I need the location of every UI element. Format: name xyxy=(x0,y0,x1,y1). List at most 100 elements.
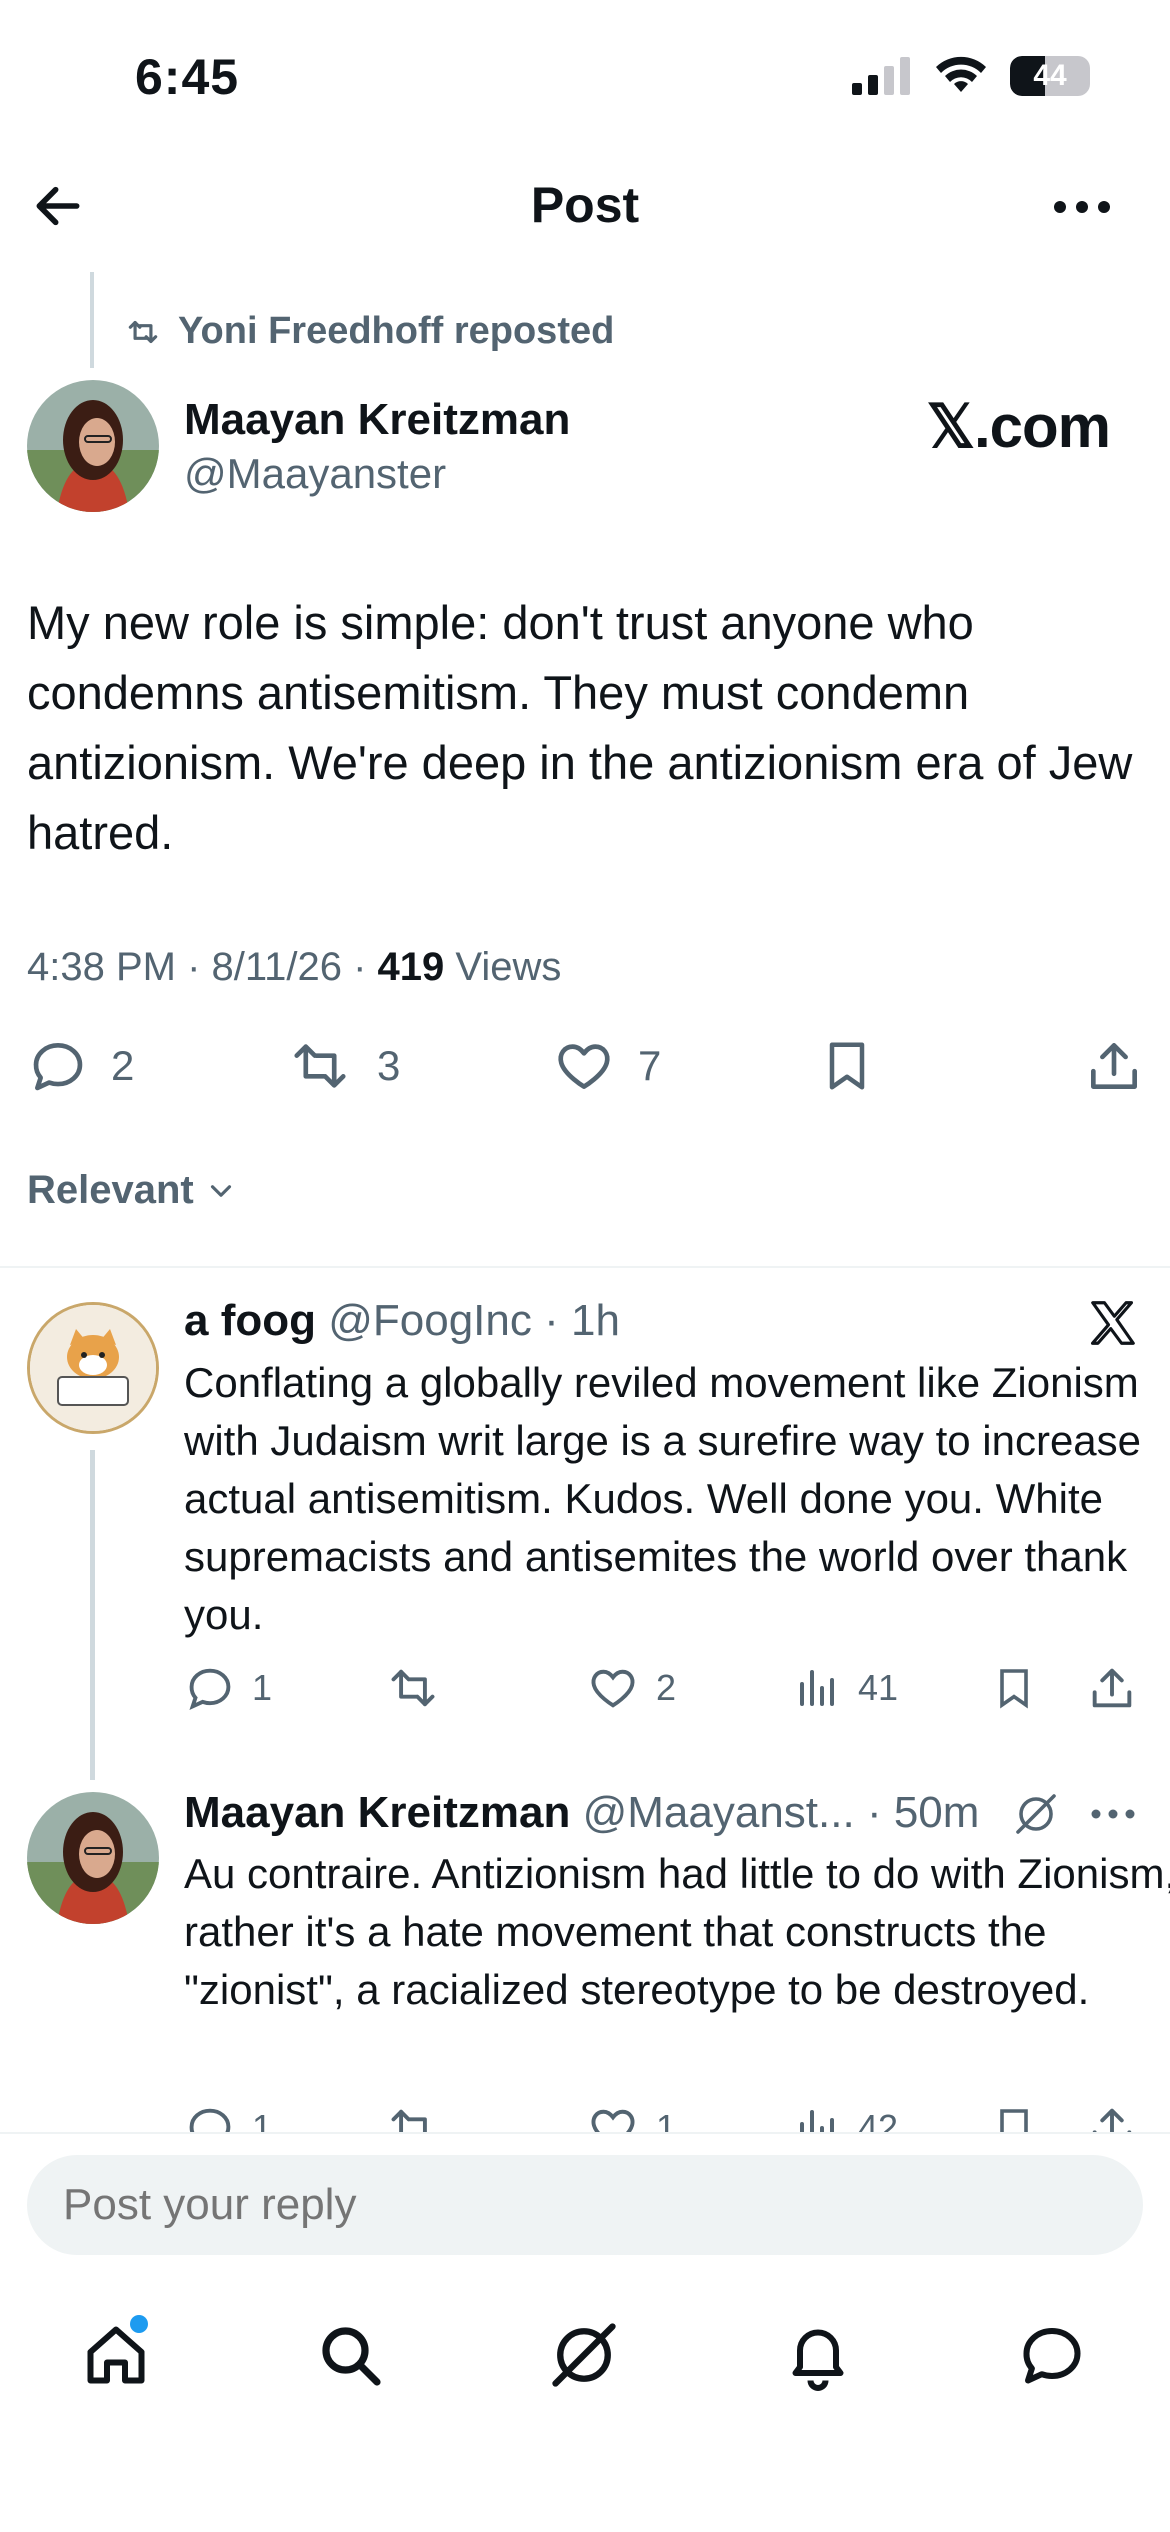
grok-icon xyxy=(552,2323,616,2387)
reply-count: 1 xyxy=(252,1667,273,1708)
grok-icon xyxy=(1016,1794,1056,1834)
reply-actions: 1 1 42 xyxy=(184,2102,1144,2132)
chevron-down-icon xyxy=(210,1184,231,1197)
like-button[interactable]: 2 xyxy=(586,1662,676,1714)
like-icon xyxy=(591,2109,635,2132)
signal-icon xyxy=(852,57,910,95)
battery-level: 44 xyxy=(1033,59,1067,92)
like-button[interactable]: 7 xyxy=(552,1035,661,1097)
reply-button[interactable]: 2 xyxy=(27,1035,134,1097)
nav-home[interactable] xyxy=(76,2315,156,2395)
nav-search[interactable] xyxy=(310,2315,390,2395)
share-icon xyxy=(1092,1668,1132,1708)
reply-icon xyxy=(189,2108,231,2132)
repost-button[interactable]: 3 xyxy=(285,1035,400,1097)
reply-composer[interactable] xyxy=(27,2155,1143,2255)
reply-text: Conflating a globally reviled movement l… xyxy=(184,1359,1142,1638)
author-name[interactable]: Maayan Kreitzman xyxy=(184,395,570,445)
share-button[interactable] xyxy=(1086,2102,1138,2132)
reply-count: 2 xyxy=(111,1042,135,1089)
like-count: 1 xyxy=(656,2107,677,2132)
x-logo xyxy=(1086,1296,1140,1350)
reply-icon xyxy=(189,1668,231,1711)
view-count: 41 xyxy=(858,1667,899,1708)
post-time[interactable]: 4:38 PM · 8/11/26 · xyxy=(27,945,378,989)
post-actions: 2 3 7 xyxy=(27,1035,1147,1105)
reposted-by[interactable]: Yoni Freedhoff reposted xyxy=(122,310,614,353)
like-icon xyxy=(591,1669,635,1708)
like-count: 2 xyxy=(656,1667,677,1708)
reply-input[interactable] xyxy=(27,2155,1143,2255)
reply-author-handle[interactable]: @Maayanst... xyxy=(583,1788,855,1837)
reply-sort-dropdown[interactable]: Relevant xyxy=(27,1168,238,1213)
bookmark-button[interactable] xyxy=(990,2102,1038,2132)
like-icon xyxy=(558,1044,610,1089)
reply-author-name[interactable]: a foog xyxy=(184,1296,316,1345)
notification-dot xyxy=(130,2315,148,2333)
bookmark-icon xyxy=(1000,2109,1028,2132)
x-logo-icon xyxy=(1090,1301,1135,1345)
views-label: Views xyxy=(444,945,562,989)
status-icons: 44 xyxy=(852,56,1090,96)
wifi-icon xyxy=(936,56,986,92)
page-title: Post xyxy=(530,177,640,233)
reply-text: Au contraire. Antizionism had little to … xyxy=(184,1850,1170,2013)
repost-icon xyxy=(391,2109,427,2132)
reposted-by-label: Yoni Freedhoff reposted xyxy=(178,310,615,352)
messages-icon xyxy=(1023,2328,1081,2384)
reply-button[interactable]: 1 xyxy=(184,1662,272,1714)
views-icon xyxy=(800,2110,834,2132)
composer-divider xyxy=(0,2132,1170,2134)
x-watermark: 𝕏.com xyxy=(926,393,1111,460)
views-button[interactable]: 41 xyxy=(794,1662,898,1714)
share-icon xyxy=(1091,1043,1137,1089)
more-icon xyxy=(1054,201,1110,213)
bookmark-icon xyxy=(829,1042,865,1090)
bookmark-icon xyxy=(1000,1669,1028,1709)
bookmark-button[interactable] xyxy=(817,1035,877,1097)
status-time: 6:45 xyxy=(135,49,240,105)
share-button[interactable] xyxy=(1086,1662,1138,1714)
repost-icon xyxy=(128,320,158,343)
reply-avatar[interactable] xyxy=(27,1792,159,1924)
view-count: 42 xyxy=(858,2107,899,2132)
reply-time[interactable]: · 1h xyxy=(544,1296,620,1345)
author-avatar[interactable] xyxy=(27,380,159,512)
author-handle[interactable]: @Maayanster xyxy=(184,450,446,498)
post-meta: 4:38 PM · 8/11/26 · 419 Views xyxy=(27,945,561,990)
views-button[interactable]: 42 xyxy=(794,2102,898,2132)
battery-indicator: 44 xyxy=(1010,56,1090,96)
share-icon xyxy=(1092,2108,1132,2132)
reply-header: Maayan Kreitzman @Maayanst... · 50m xyxy=(184,1788,979,1838)
nav-notifications[interactable] xyxy=(778,2315,858,2395)
reply-button[interactable]: 1 xyxy=(184,2102,272,2132)
reply-more-button[interactable] xyxy=(1090,1796,1136,1832)
reply-time[interactable]: · 50m xyxy=(867,1788,979,1837)
repost-button[interactable] xyxy=(384,1662,442,1714)
nav-grok[interactable] xyxy=(544,2315,624,2395)
reply-icon xyxy=(33,1043,83,1091)
reply-header: a foog @FoogInc · 1h xyxy=(184,1296,620,1346)
search-icon xyxy=(322,2327,381,2386)
like-button[interactable]: 1 xyxy=(586,2102,676,2132)
thread-connector xyxy=(90,1450,95,1780)
share-button[interactable] xyxy=(1083,1035,1145,1097)
repost-connector xyxy=(90,272,94,368)
sort-label: Relevant xyxy=(27,1168,194,1212)
repost-button[interactable] xyxy=(384,2102,442,2132)
repost-icon xyxy=(391,1669,435,1707)
repost-icon xyxy=(294,1044,346,1088)
grok-button[interactable] xyxy=(1012,1790,1060,1838)
bookmark-button[interactable] xyxy=(990,1662,1038,1714)
nav-messages[interactable] xyxy=(1012,2315,1092,2395)
more-button[interactable] xyxy=(1052,182,1112,232)
reply-avatar[interactable] xyxy=(27,1302,159,1434)
divider xyxy=(0,1266,1170,1268)
reply-actions-clip: 1 1 42 xyxy=(0,2090,1170,2132)
reply-author-handle[interactable]: @FoogInc xyxy=(328,1296,532,1345)
bell-icon xyxy=(792,2329,844,2391)
reply-author-name[interactable]: Maayan Kreitzman xyxy=(184,1788,570,1837)
like-count: 7 xyxy=(638,1042,662,1089)
reply-actions: 1 2 41 xyxy=(184,1662,1144,1722)
views-count: 419 xyxy=(377,945,445,989)
